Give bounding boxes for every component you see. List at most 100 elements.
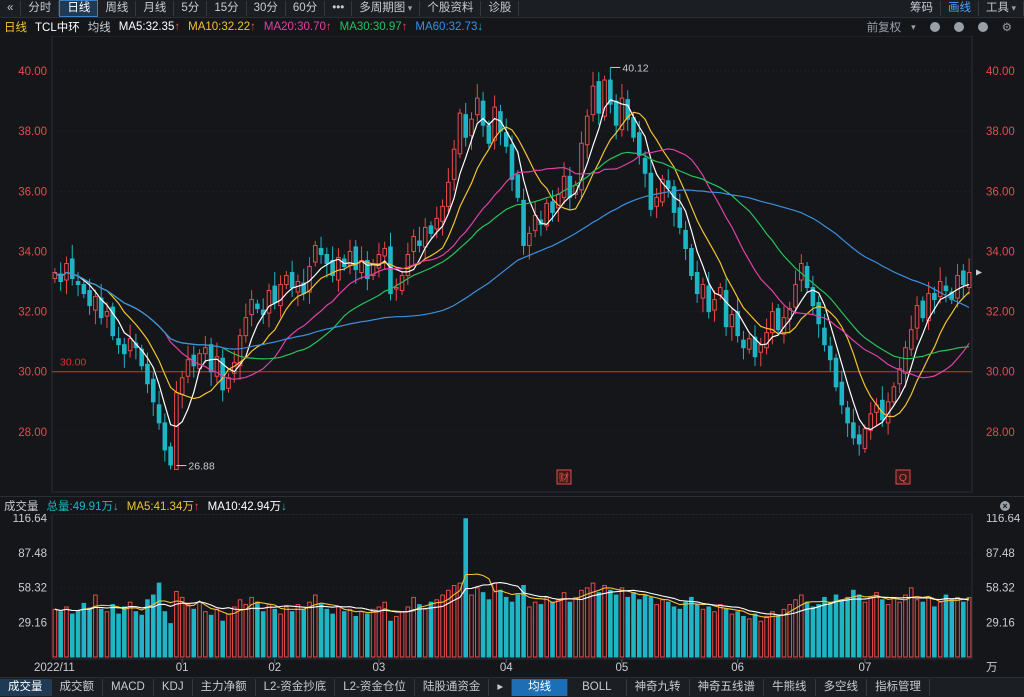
volume-bar — [833, 594, 839, 658]
tab-l2-position[interactable]: L2-资金仓位 — [335, 679, 415, 696]
tools-dropdown[interactable]: 工具 — [979, 1, 1024, 16]
tab-bull-bear[interactable]: 牛熊线 — [764, 679, 816, 696]
tab-kdj[interactable]: KDJ — [154, 679, 193, 696]
volume-total: 总量:49.91万↓ — [46, 501, 119, 513]
volume-bar — [810, 606, 816, 658]
multi-period-dropdown[interactable]: 多周期图 — [352, 1, 421, 16]
candle-body — [718, 287, 723, 296]
help-icon[interactable]: ? — [929, 22, 940, 32]
diagnose-button[interactable]: 诊股 — [481, 1, 520, 16]
volume-bar — [665, 601, 671, 658]
adjust-mode[interactable]: 前复权 — [867, 19, 902, 35]
candle-body — [961, 270, 966, 286]
more-periods-button[interactable]: ••• — [325, 1, 353, 16]
candle-body — [839, 381, 845, 406]
candle-body — [694, 272, 700, 295]
tab-turnover[interactable]: 成交额 — [52, 679, 103, 696]
period-tab-15min[interactable]: 15分 — [207, 1, 247, 16]
period-tab-intraday[interactable]: 分时 — [21, 1, 60, 16]
tab-indicator-manage[interactable]: 指标管理 — [867, 679, 931, 696]
settings-icon[interactable]: ⚙ — [1002, 20, 1012, 34]
volume-bar — [417, 604, 422, 658]
tab-long-short[interactable]: 多空线 — [816, 679, 868, 696]
period-tab-daily[interactable]: 日线 — [59, 0, 99, 17]
volume-bar — [579, 589, 584, 658]
period-tab-60min[interactable]: 60分 — [286, 1, 326, 16]
close-icon[interactable]: × — [1000, 501, 1010, 511]
tab-nine-turn[interactable]: 神奇九转 — [627, 679, 690, 696]
tab-macd[interactable]: MACD — [103, 679, 154, 696]
chevron-right-icon[interactable]: ▸ — [489, 679, 513, 696]
chevron-down-icon[interactable]: ▾ — [911, 22, 916, 33]
tab-l2-bottom[interactable]: L2-资金抄底 — [256, 679, 336, 696]
stock-name[interactable]: TCL中环 — [35, 19, 80, 35]
tab-volume[interactable]: 成交量 — [0, 679, 52, 696]
price-tick-left: 36.00 — [18, 186, 47, 198]
volume-bar — [480, 592, 486, 658]
volume-bar — [544, 596, 550, 658]
volume-bar — [237, 599, 243, 658]
volume-tick-left: 29.16 — [18, 617, 47, 629]
volume-bar — [52, 608, 58, 658]
volume-bar — [278, 613, 283, 658]
volume-bar — [781, 608, 787, 658]
volume-bar — [949, 599, 955, 658]
volume-bar — [370, 608, 376, 658]
volume-bar — [868, 596, 874, 658]
tab-boll[interactable]: BOLL — [568, 679, 627, 696]
volume-unit-label: 万 — [986, 662, 998, 674]
volume-bar — [689, 596, 694, 658]
candle-body — [897, 368, 902, 385]
ma60-line — [54, 189, 970, 350]
volume-bar — [937, 601, 943, 658]
period-label: 日线 — [4, 22, 27, 34]
event-marker-q: Q — [895, 469, 911, 485]
x-axis-label: 07 — [859, 662, 872, 674]
back-button[interactable]: « — [0, 1, 22, 16]
candle-body — [185, 359, 191, 377]
ma-label[interactable]: 均线 — [88, 19, 111, 35]
volume-bar — [770, 611, 775, 658]
candle-body — [706, 285, 712, 313]
period-tab-weekly[interactable]: 周线 — [98, 1, 137, 16]
tab-five-line[interactable]: 神奇五线谱 — [690, 679, 765, 696]
period-tab-monthly[interactable]: 月线 — [136, 1, 175, 16]
draw-line-button[interactable]: 画线 — [941, 1, 979, 16]
stock-info-button[interactable]: 个股资料 — [420, 1, 482, 16]
candle-body — [914, 305, 920, 329]
zoom-in-icon[interactable]: + — [953, 22, 964, 32]
volume-bar — [405, 606, 411, 658]
candle-body — [422, 226, 428, 248]
zoom-out-icon[interactable]: − — [977, 22, 988, 32]
volume-bar — [434, 599, 440, 658]
candle-body — [417, 240, 422, 246]
candle-body — [168, 446, 173, 466]
price-chart[interactable]: 40.00 40.00 38.00 38.00 36.00 36.00 34.00 34.00… — [0, 36, 1024, 496]
high-annotation: 40.12 — [622, 62, 648, 74]
volume-bar — [752, 613, 758, 658]
tab-main-net[interactable]: 主力净额 — [193, 679, 256, 696]
volume-bar — [851, 589, 856, 658]
volume-bar — [596, 592, 602, 658]
x-axis-label: 03 — [373, 662, 386, 674]
period-tab-5min[interactable]: 5分 — [174, 1, 208, 16]
candle-body — [903, 347, 908, 374]
tab-hk-connect[interactable]: 陆股通资金 — [415, 679, 490, 696]
candle-body — [353, 246, 359, 271]
tab-ma[interactable]: 均线 — [512, 679, 569, 696]
volume-bar — [249, 596, 254, 658]
volume-bar — [365, 613, 370, 658]
volume-label[interactable]: 成交量 — [4, 498, 39, 514]
volume-bar — [712, 611, 717, 658]
chips-button[interactable]: 筹码 — [903, 1, 941, 16]
volume-bar — [816, 604, 821, 658]
price-tick-left: 34.00 — [18, 246, 47, 258]
volume-chart[interactable]: 116.64 116.64 87.48 87.48 58.32 58.32 29.16 29.… — [0, 514, 1024, 677]
candle-body — [388, 246, 393, 295]
volume-bar — [197, 601, 202, 658]
candle-body — [741, 339, 746, 349]
period-tab-30min[interactable]: 30分 — [247, 1, 286, 16]
candle-body — [249, 299, 254, 316]
volume-bar — [127, 601, 133, 658]
candle-body — [278, 284, 283, 307]
